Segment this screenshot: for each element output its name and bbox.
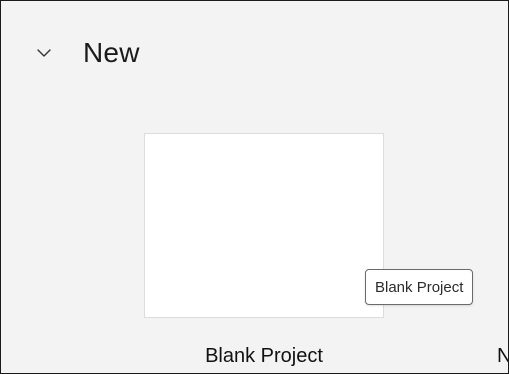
blank-project-thumbnail[interactable]: [144, 133, 384, 318]
next-template-label[interactable]: N: [497, 345, 508, 368]
section-title: New: [83, 37, 140, 68]
blank-project-tooltip: Blank Project: [365, 269, 474, 305]
new-section-header[interactable]: New: [35, 31, 140, 75]
chevron-down-icon[interactable]: [35, 44, 53, 62]
new-project-panel: New Blank Project N Blank Project: [0, 0, 509, 374]
blank-project-label[interactable]: Blank Project: [144, 345, 384, 368]
